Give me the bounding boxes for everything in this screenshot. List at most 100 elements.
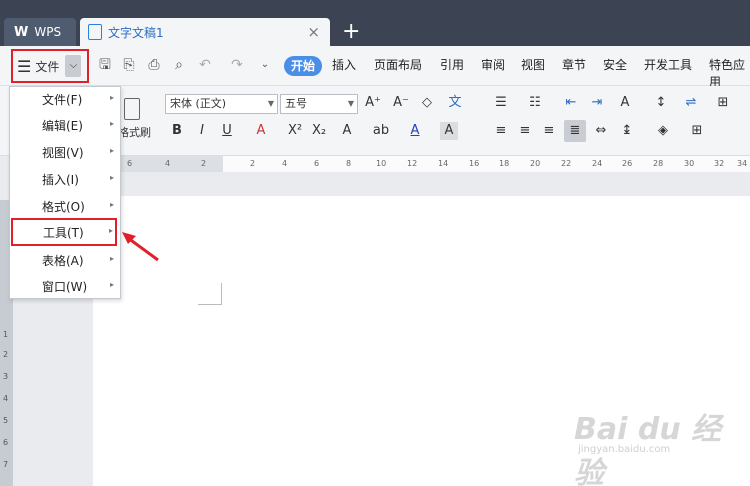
chevron-right-icon: ▸	[109, 93, 114, 102]
character-shading-icon[interactable]: A	[440, 122, 458, 140]
close-tab-icon[interactable]: ×	[307, 23, 320, 41]
shading-icon[interactable]: ◈	[654, 122, 672, 140]
horizontal-ruler[interactable]: 6 4 2 2 4 6 8 10 12 14 16 18 20 22 24 26…	[93, 156, 750, 172]
chevron-right-icon: ▸	[108, 226, 113, 235]
borders-icon[interactable]: ⊞	[688, 122, 706, 140]
tab-developer[interactable]: 开发工具	[644, 56, 692, 73]
tab-start[interactable]: 开始	[284, 56, 322, 76]
menu-item-tools[interactable]: 工具(T) ▸	[11, 218, 117, 246]
ruler-tick: 5	[3, 416, 9, 425]
undo-icon[interactable]: ↶	[196, 56, 214, 74]
ruler-tick: 30	[684, 159, 695, 168]
tab-chapter[interactable]: 章节	[562, 56, 586, 73]
format-painter-label[interactable]: 格式刷	[118, 124, 151, 140]
highlight-icon[interactable]: ab	[372, 122, 390, 140]
customize-toolbar-icon[interactable]: ⌄	[256, 56, 274, 74]
file-menu-button[interactable]: ☰ 文件 ⌵	[11, 49, 89, 83]
menu-item-file[interactable]: 文件(F) ▸	[10, 87, 120, 113]
ruler-tick: 34	[737, 159, 748, 168]
strikethrough-icon[interactable]: A	[252, 122, 270, 140]
annotation-arrow-icon	[122, 232, 159, 262]
shrink-font-icon[interactable]: A⁻	[392, 94, 410, 112]
ruler-tick: 4	[165, 159, 171, 168]
menu-item-window[interactable]: 窗口(W) ▸	[10, 274, 120, 300]
print-icon[interactable]: ⎙	[145, 56, 163, 74]
wps-home-tab[interactable]: W WPS	[4, 18, 76, 46]
export-pdf-icon[interactable]: ⎘	[120, 56, 138, 74]
menu-item-insert[interactable]: 插入(I) ▸	[10, 167, 120, 193]
tab-security[interactable]: 安全	[603, 56, 627, 73]
ruler-tick: 2	[201, 159, 207, 168]
menu-item-table[interactable]: 表格(A) ▸	[10, 248, 120, 274]
wps-tab-label: WPS	[34, 25, 62, 39]
italic-icon[interactable]: I	[193, 122, 211, 140]
bold-icon[interactable]: B	[168, 122, 186, 140]
align-right-icon[interactable]: ≡	[540, 122, 558, 140]
ruler-tick: 2	[250, 159, 256, 168]
page-margin-corner	[198, 283, 222, 305]
text-effect-icon[interactable]: A	[338, 122, 356, 140]
hamburger-icon: ☰	[17, 56, 32, 76]
show-marks-icon[interactable]: ⊞	[714, 94, 732, 112]
tab-review[interactable]: 审阅	[481, 56, 505, 73]
line-spacing-icon[interactable]: ⇌	[682, 94, 700, 112]
sort-icon[interactable]: ↕	[652, 94, 670, 112]
menu-item-label: 编辑(E)	[42, 119, 83, 133]
font-name-select[interactable]: 宋体 (正文) ▼	[165, 94, 278, 114]
align-left-icon[interactable]: ≡	[492, 122, 510, 140]
distribute-icon[interactable]: ⇔	[592, 122, 610, 140]
tab-references[interactable]: 引用	[440, 56, 464, 73]
save-icon[interactable]: 🖫	[96, 56, 114, 74]
font-name-value: 宋体 (正文)	[170, 97, 227, 110]
tab-page-layout[interactable]: 页面布局	[374, 56, 422, 73]
ruler-tick: 6	[3, 438, 9, 447]
menu-item-label: 视图(V)	[42, 146, 84, 160]
ruler-tick: 16	[469, 159, 480, 168]
superscript-icon[interactable]: X²	[286, 122, 304, 140]
format-painter-icon[interactable]	[124, 98, 140, 120]
paragraph-spacing-icon[interactable]: ↨	[618, 122, 636, 140]
ruler-tick: 32	[714, 159, 725, 168]
font-color-icon[interactable]: A	[406, 122, 424, 140]
chevron-right-icon: ▸	[109, 254, 114, 263]
align-center-icon[interactable]: ≡	[516, 122, 534, 140]
document-tab-label: 文字文稿1	[108, 25, 164, 40]
text-direction-icon[interactable]: A	[616, 94, 634, 112]
menu-item-format[interactable]: 格式(O) ▸	[10, 194, 120, 220]
clear-format-icon[interactable]: ◇	[418, 94, 436, 112]
file-menu-label: 文件	[35, 59, 60, 74]
menu-item-label: 插入(I)	[42, 173, 79, 187]
justify-icon[interactable]: ≣	[564, 120, 586, 142]
menu-item-view[interactable]: 视图(V) ▸	[10, 140, 120, 166]
ruler-tick: 6	[127, 159, 133, 168]
redo-icon[interactable]: ↷	[228, 56, 246, 74]
menu-item-edit[interactable]: 编辑(E) ▸	[10, 113, 120, 139]
tab-insert[interactable]: 插入	[332, 56, 356, 73]
ruler-tick: 18	[499, 159, 510, 168]
chevron-right-icon: ▸	[109, 173, 114, 182]
grow-font-icon[interactable]: A⁺	[364, 94, 382, 112]
chevron-down-icon[interactable]: ⌵	[65, 55, 82, 77]
bullet-list-icon[interactable]: ☰	[492, 94, 510, 112]
subscript-icon[interactable]: X₂	[310, 122, 328, 140]
increase-indent-icon[interactable]: ⇥	[588, 94, 606, 112]
tab-view[interactable]: 视图	[521, 56, 545, 73]
print-preview-icon[interactable]: ⌕	[170, 56, 188, 74]
document-tab[interactable]: 文字文稿1 ×	[80, 18, 330, 46]
ruler-tick: 22	[561, 159, 572, 168]
underline-icon[interactable]: U	[218, 122, 236, 140]
ruler-tick: 14	[438, 159, 449, 168]
ruler-tick: 1	[3, 330, 9, 339]
pinyin-guide-icon[interactable]: 文	[446, 94, 464, 112]
menu-bar: ☰ 文件 ⌵ 🖫 ⎘ ⎙ ⌕ ↶ ↷ ⌄ 开始 插入 页面布局 引用 审阅 视图…	[0, 46, 750, 89]
font-size-select[interactable]: 五号 ▼	[280, 94, 358, 114]
wps-logo-icon: W	[14, 24, 29, 40]
ruler-tick: 12	[407, 159, 418, 168]
decrease-indent-icon[interactable]: ⇤	[562, 94, 580, 112]
tab-special-apps[interactable]: 特色应用	[709, 56, 750, 90]
numbered-list-icon[interactable]: ☷	[526, 94, 544, 112]
font-size-value: 五号	[285, 97, 307, 110]
title-bar: W WPS 文字文稿1 × +	[0, 0, 750, 46]
new-tab-icon[interactable]: +	[342, 18, 360, 46]
menu-item-label: 工具(T)	[43, 226, 84, 240]
